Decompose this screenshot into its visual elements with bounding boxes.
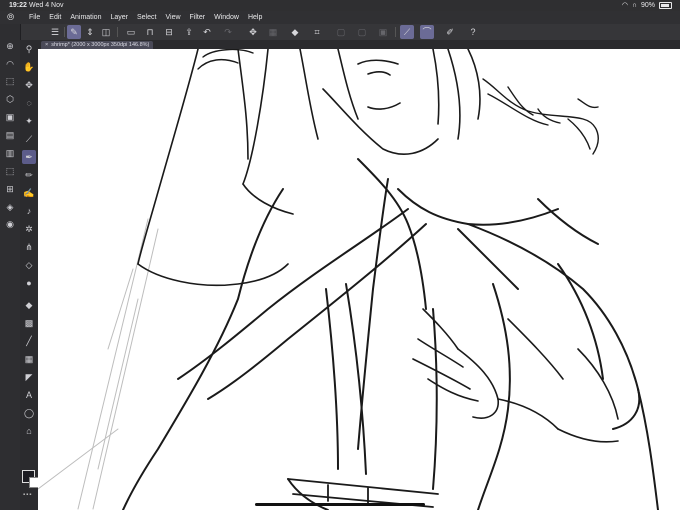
layer-icon[interactable]: ▤ (3, 128, 17, 142)
curve-snap-icon[interactable]: ⌒ (420, 25, 434, 39)
undo-icon[interactable]: ↶ (200, 25, 214, 39)
status-date: Wed 4 Nov (29, 2, 64, 9)
document-tab[interactable]: × shrimp* (2000 x 3000px 350dpi 146.8%) (41, 41, 154, 49)
command-bar: ☰ ✎ ⇕ ◫ ▭ ⊓ ⊟ ⇪ ↶ ↷ ✥ ▦ ◆ ⌗ ▢ ▢ ▣ ⟋ ⌒ ✐ … (0, 24, 680, 41)
pen-settings-icon[interactable]: ✐ (443, 25, 457, 39)
text-icon[interactable]: A (22, 388, 36, 402)
move-layer-icon[interactable]: ✥ (22, 78, 36, 92)
menu-view[interactable]: View (165, 11, 180, 24)
zoom-icon[interactable]: ⊕ (3, 39, 17, 53)
status-time: 19:22 (9, 2, 27, 9)
redo-icon[interactable]: ↷ (221, 25, 235, 39)
deselect-icon[interactable]: ▢ (355, 25, 369, 39)
balloon-icon[interactable]: ◯ (22, 406, 36, 420)
ios-status-bar: 19:22 Wed 4 Nov ◠ ∩ 90% (0, 0, 680, 11)
menu-window[interactable]: Window (214, 11, 239, 24)
crop-icon[interactable]: ⌗ (310, 25, 324, 39)
selection-icon[interactable]: ⬚ (3, 74, 17, 88)
decoration-icon[interactable]: ✲ (22, 222, 36, 236)
fill-icon[interactable]: ◆ (288, 25, 302, 39)
headphones-icon: ∩ (631, 2, 637, 9)
export-icon[interactable]: ⇪ (182, 25, 196, 39)
frame-icon[interactable]: ▥ (3, 146, 17, 160)
airbrush-icon[interactable]: ♪ (22, 204, 36, 218)
line-icon[interactable]: ╱ (22, 334, 36, 348)
clear-icon[interactable]: ▦ (266, 25, 280, 39)
lasso-select-icon[interactable]: ◌ (22, 96, 36, 110)
menu-select[interactable]: Select (137, 11, 156, 24)
lasso-icon[interactable]: ◠ (3, 57, 17, 71)
ruler-icon[interactable]: ◤ (22, 370, 36, 384)
tool-bar: ⊕ ◠ ⬚ ⬡ ▣ ▤ ▥ ⬚ ⊞ ◈ ◉ (0, 24, 21, 510)
menu-file[interactable]: File (29, 11, 40, 24)
hamburger-menu-icon[interactable]: ☰ (48, 25, 62, 39)
menu-filter[interactable]: Filter (190, 11, 206, 24)
camera-icon[interactable]: ◉ (3, 217, 17, 231)
battery-icon (659, 2, 672, 9)
battery-percent: 90% (640, 2, 655, 9)
transform-icon[interactable]: ✥ (246, 25, 260, 39)
menu-help[interactable]: Help (248, 11, 262, 24)
object-icon[interactable]: ⬚ (3, 164, 17, 178)
color-mode-toggles[interactable]: ▪▪▪ (23, 492, 32, 498)
magnifier-icon[interactable]: ⚲ (22, 42, 36, 56)
line-art-sketch (38, 49, 659, 510)
invert-selection-icon[interactable]: ▣ (376, 25, 390, 39)
correction-icon[interactable]: ⌂ (22, 424, 36, 438)
layer-settings-icon[interactable]: ◫ (99, 25, 113, 39)
grass-icon[interactable]: ⋔ (22, 240, 36, 254)
hand-icon[interactable]: ✋ (22, 60, 36, 74)
crop-tool-icon[interactable]: ▣ (3, 110, 17, 124)
brush-mode-icon[interactable]: ✎ (67, 25, 81, 39)
document-tab-bar: × shrimp* (2000 x 3000px 350dpi 146.8%) (38, 40, 680, 49)
app-logo-icon[interactable]: ⦾ (7, 11, 14, 24)
material-icon[interactable]: ⊞ (3, 182, 17, 196)
menu-layer[interactable]: Layer (110, 11, 128, 24)
eraser-icon[interactable]: ◇ (22, 258, 36, 272)
toolbar-divider (395, 27, 396, 37)
document-title: shrimp* (2000 x 3000px 350dpi 146.8%) (51, 42, 150, 48)
select-all-icon[interactable]: ▢ (334, 25, 348, 39)
auto-select-icon[interactable]: ⬡ (3, 92, 17, 106)
status-right-group: ◠ ∩ 90% (622, 0, 672, 11)
toolbar-divider (117, 27, 118, 37)
menu-bar: ⦾ File Edit Animation Layer Select View … (0, 11, 680, 24)
menu-edit[interactable]: Edit (49, 11, 61, 24)
fill-bucket-icon[interactable]: ◆ (22, 298, 36, 312)
home-indicator (255, 503, 425, 506)
save-icon[interactable]: ⊟ (162, 25, 176, 39)
open-file-icon[interactable]: ⊓ (143, 25, 157, 39)
wand-icon[interactable]: ✦ (22, 114, 36, 128)
close-tab-icon[interactable]: × (45, 42, 48, 48)
gradient-icon[interactable]: ▩ (22, 316, 36, 330)
ruler-snap-icon[interactable]: ⟋ (400, 25, 414, 39)
help-icon[interactable]: ? (466, 25, 480, 39)
blend-icon[interactable]: ● (22, 276, 36, 290)
wifi-icon: ◠ (621, 2, 628, 9)
new-canvas-icon[interactable]: ▭ (124, 25, 138, 39)
layers-stack-icon[interactable]: ◈ (3, 200, 17, 214)
figure-icon[interactable]: ▦ (22, 352, 36, 366)
stepper-icon[interactable]: ⇕ (83, 25, 97, 39)
toolbar-divider (64, 27, 65, 37)
drawing-canvas[interactable] (38, 49, 680, 510)
eyedropper-icon[interactable]: ⟋ (22, 132, 36, 146)
pencil-tool-icon[interactable]: ✏ (22, 168, 36, 182)
brush-tool-icon[interactable]: ✍ (22, 186, 36, 200)
menu-list: File Edit Animation Layer Select View Fi… (29, 11, 262, 24)
sub-tool-strip: ⚲ ✋ ✥ ◌ ✦ ⟋ ✒ ✏ ✍ ♪ ✲ ⋔ ◇ ● ◆ ▩ ╱ ▦ ◤ A … (20, 40, 38, 510)
pen-tool-icon[interactable]: ✒ (22, 150, 36, 164)
menu-animation[interactable]: Animation (70, 11, 101, 24)
